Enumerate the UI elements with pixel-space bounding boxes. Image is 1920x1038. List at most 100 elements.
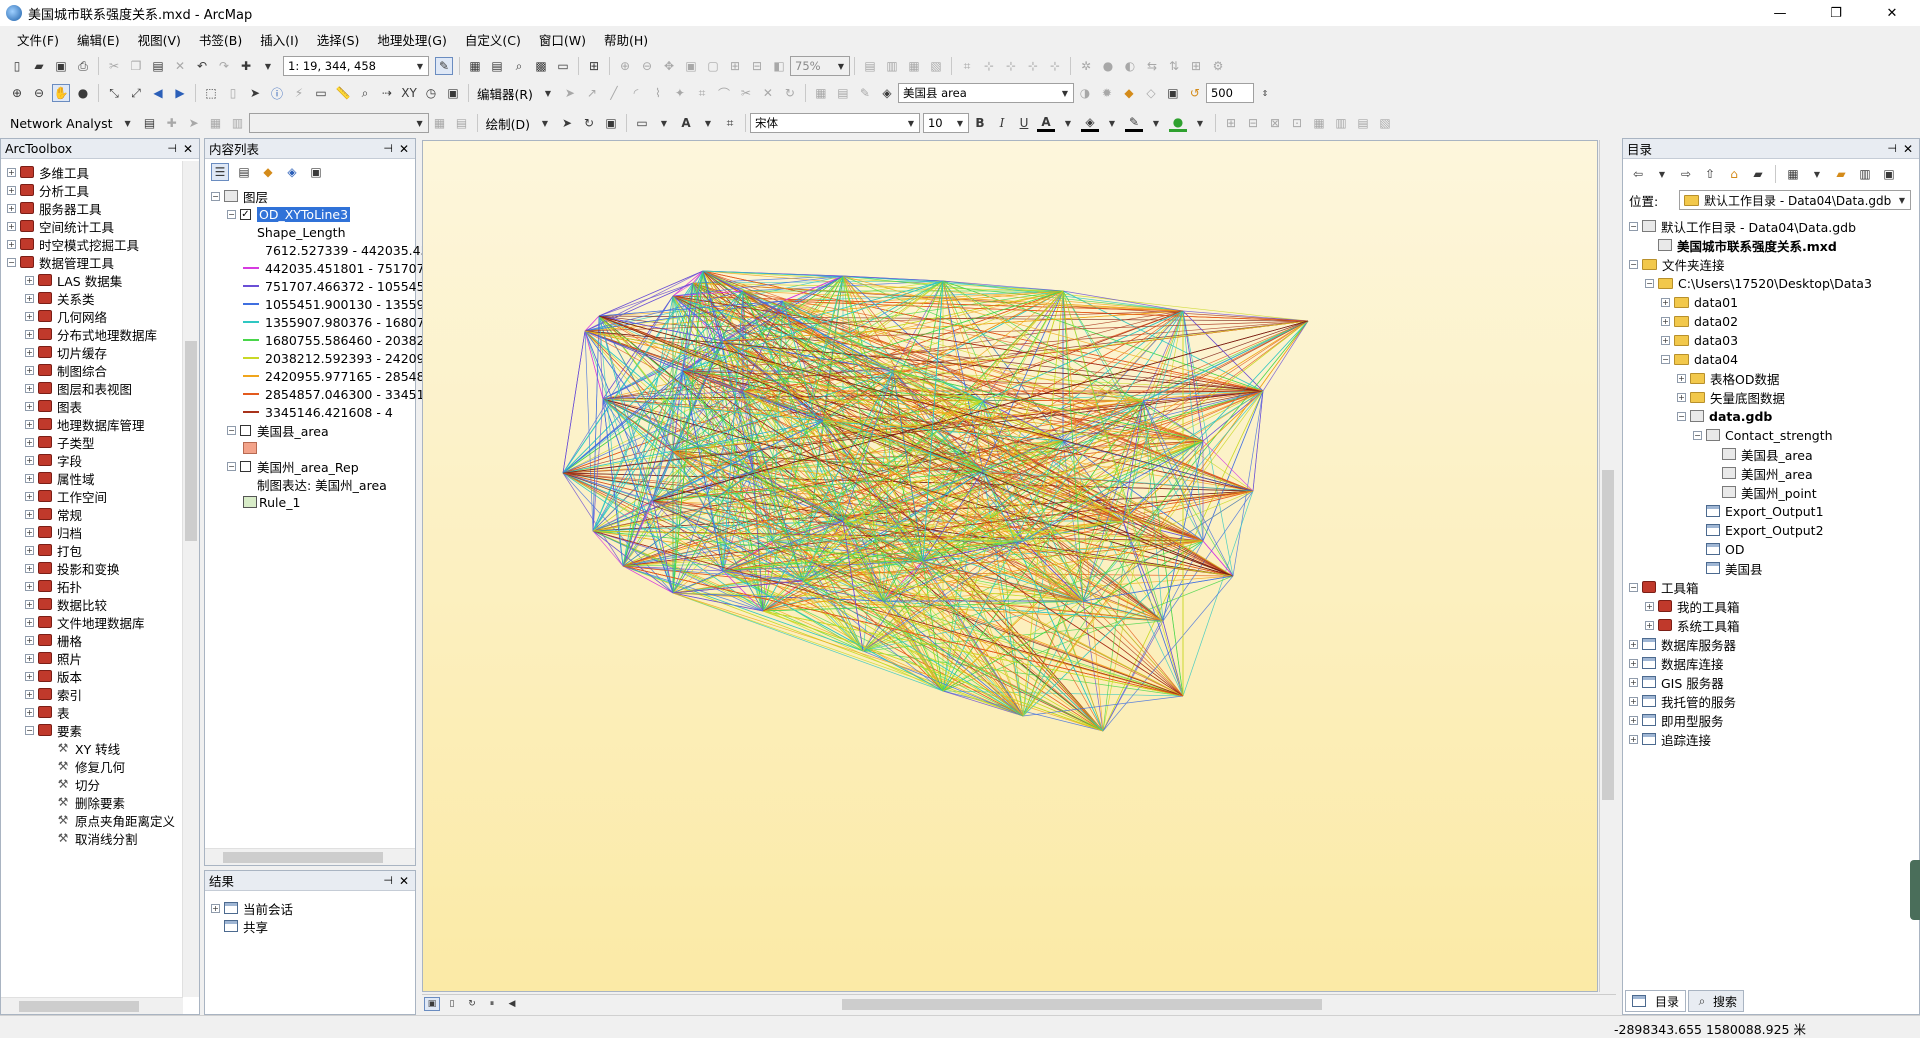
toolbox-item[interactable]: + 属性域 — [25, 469, 95, 487]
collapse-icon[interactable]: − — [1629, 221, 1638, 231]
expand-icon[interactable]: + — [7, 185, 16, 195]
focus-data-frame-icon[interactable]: ▥ — [883, 57, 901, 75]
layer-visibility-checkbox[interactable]: ✓ — [240, 208, 251, 220]
zoom-100-icon[interactable]: ▢ — [704, 57, 722, 75]
redo-icon[interactable]: ↷ — [215, 57, 233, 75]
forward-arrow-icon[interactable]: ⇨ — [1677, 165, 1695, 183]
tab-catalog[interactable]: 目录 — [1625, 990, 1687, 1012]
scroll-thumb[interactable] — [185, 341, 197, 541]
results-current-session[interactable]: + 当前会话 — [211, 899, 293, 917]
toolbox-item[interactable]: ⚒ 修复几何 — [43, 757, 125, 775]
catalog-item[interactable]: − 文件夹连接 — [1629, 255, 1725, 273]
layer-visibility-checkbox[interactable] — [240, 424, 251, 436]
cut-polygons-icon[interactable]: ✂ — [737, 84, 755, 102]
expand-icon[interactable]: + — [25, 347, 34, 357]
toolbox-item[interactable]: + 拓扑 — [25, 577, 82, 595]
rectangle-icon[interactable]: ▭ — [633, 114, 651, 132]
list-by-selection-icon[interactable]: ◈ — [283, 163, 301, 181]
pin-icon[interactable]: ⊣ — [167, 142, 177, 155]
toolbox-item[interactable]: + 关系类 — [25, 289, 95, 307]
list-by-visibility-icon[interactable]: ◆ — [259, 163, 277, 181]
expand-icon[interactable]: + — [25, 455, 34, 465]
menu-bookmarks[interactable]: 书签(B) — [190, 28, 251, 51]
edge-snapping-icon[interactable]: ⊹ — [1046, 57, 1064, 75]
layout-view-icon[interactable]: ▯ — [444, 997, 460, 1011]
menu-windows[interactable]: 窗口(W) — [530, 28, 595, 51]
catalog-item[interactable]: + 矢量底图数据 — [1677, 388, 1785, 406]
chevron-down-icon[interactable]: ▼ — [1653, 165, 1671, 183]
toolbox-item[interactable]: + 索引 — [25, 685, 82, 703]
catalog-item[interactable]: 美国县 — [1693, 559, 1763, 577]
toc-row[interactable]: Rule_1 — [243, 493, 300, 511]
menu-view[interactable]: 视图(V) — [129, 28, 190, 51]
expand-icon[interactable]: + — [25, 653, 34, 663]
undo-icon[interactable]: ↶ — [193, 57, 211, 75]
expand-icon[interactable]: + — [7, 221, 16, 231]
toolbox-item[interactable]: + 地理数据库管理 — [25, 415, 145, 433]
catalog-item[interactable]: − data04 — [1661, 350, 1738, 368]
home-folder-icon[interactable]: ⌂ — [1725, 165, 1743, 183]
views-icon[interactable]: ▦ — [1784, 165, 1802, 183]
symbology-icon[interactable]: ◆ — [1120, 84, 1138, 102]
catalog-item[interactable]: + 系统工具箱 — [1645, 616, 1740, 634]
results-shared[interactable]: 共享 — [224, 917, 268, 935]
catalog-item[interactable]: Export_Output1 — [1693, 502, 1824, 520]
toolbox-item[interactable]: + 数据比较 — [25, 595, 107, 613]
paste-icon[interactable]: ▤ — [149, 57, 167, 75]
toolbox-item[interactable]: + 工作空间 — [25, 487, 107, 505]
map-vscrollbar[interactable] — [1599, 140, 1616, 992]
expand-icon[interactable]: + — [25, 581, 34, 591]
expand-icon[interactable]: + — [1677, 392, 1686, 402]
add-data-icon[interactable]: ✚ — [237, 57, 255, 75]
close-icon[interactable]: ✕ — [183, 142, 193, 156]
layer-value-input[interactable]: 500 — [1205, 83, 1254, 103]
expand-icon[interactable]: + — [7, 167, 16, 177]
spinner-icon[interactable]: ⇕ — [1256, 84, 1274, 102]
collapse-icon[interactable]: − — [25, 725, 34, 735]
expand-icon[interactable]: + — [1661, 297, 1670, 307]
forward-extent-icon[interactable]: ▶ — [171, 84, 189, 102]
catalog-item[interactable]: + data01 — [1661, 293, 1738, 311]
catalog-item[interactable]: − Contact_strength — [1693, 426, 1833, 444]
line-color-icon[interactable]: ✎ — [1124, 114, 1143, 132]
expand-icon[interactable]: + — [25, 527, 34, 537]
toolbox-item[interactable]: + 栅格 — [25, 631, 82, 649]
layer-select-combo[interactable]: 美国县 area ▼ — [897, 83, 1074, 103]
catalog-item[interactable]: + 数据库服务器 — [1629, 635, 1736, 653]
catalog-item[interactable]: Export_Output2 — [1693, 521, 1824, 539]
edit-vertices-icon[interactable]: ⌗ — [693, 84, 711, 102]
straight-segment-icon[interactable]: ╱ — [605, 84, 623, 102]
fixed-zoom-out-icon[interactable]: ⤢ — [127, 84, 145, 102]
vertex-snapping-icon[interactable]: ⊹ — [1024, 57, 1042, 75]
expand-icon[interactable]: + — [1629, 658, 1638, 668]
identify-icon[interactable]: ⓘ — [268, 84, 286, 102]
contrast-icon[interactable]: ◑ — [1076, 84, 1094, 102]
swipe-layer-icon[interactable]: ▣ — [1164, 84, 1182, 102]
catalog-options-icon[interactable]: ▣ — [1880, 165, 1898, 183]
toc-row[interactable]: 制图表达: 美国州_area — [243, 475, 387, 493]
expand-icon[interactable]: + — [25, 509, 34, 519]
zoom-out-icon[interactable]: ⊖ — [30, 84, 48, 102]
toolbox-scrollbar[interactable] — [182, 161, 199, 997]
data-driven-pages-icon[interactable]: ▧ — [927, 57, 945, 75]
settings-icon[interactable]: ⚙ — [1209, 57, 1227, 75]
catalog-item[interactable]: + 我托管的服务 — [1629, 692, 1736, 710]
map-display[interactable] — [422, 140, 1598, 992]
minimize-button[interactable]: — — [1752, 0, 1808, 26]
find-route-icon[interactable]: ⇢ — [378, 84, 396, 102]
close-icon[interactable]: ✕ — [1903, 142, 1913, 156]
expand-icon[interactable]: + — [25, 491, 34, 501]
collapse-icon[interactable]: − — [227, 425, 236, 435]
chevron-down-icon[interactable]: ▼ — [1808, 165, 1826, 183]
toolbox-item[interactable]: − 数据管理工具 — [7, 253, 114, 271]
expand-icon[interactable]: + — [1677, 373, 1686, 383]
menu-geoprocessing[interactable]: 地理处理(G) — [368, 28, 455, 51]
catalog-item[interactable]: + 数据库连接 — [1629, 654, 1724, 672]
order-icon[interactable]: ⊡ — [1288, 114, 1306, 132]
expand-icon[interactable]: + — [25, 419, 34, 429]
expand-icon[interactable]: + — [1661, 316, 1670, 326]
location-combo[interactable]: 默认工作目录 - Data04\Data.gdb ▼ — [1679, 190, 1911, 210]
pin-icon[interactable]: ⊣ — [383, 874, 393, 887]
layout-zoom-in-icon[interactable]: ⊕ — [616, 57, 634, 75]
expand-icon[interactable]: + — [1629, 715, 1638, 725]
